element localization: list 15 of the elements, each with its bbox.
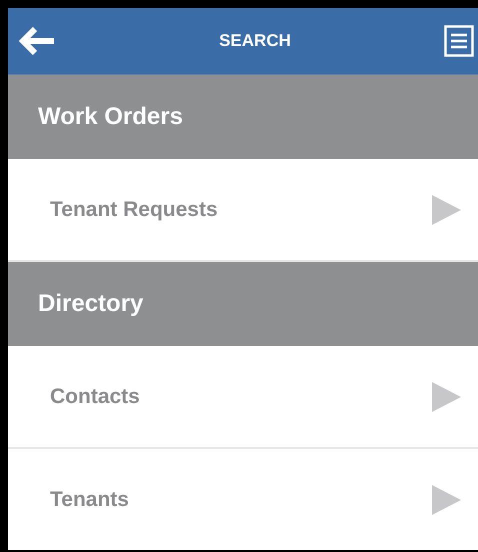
menu-button[interactable] [444, 25, 474, 57]
disclosure-triangle-icon [430, 194, 462, 226]
section-title: Work Orders [38, 103, 183, 131]
item-label: Tenants [50, 488, 129, 512]
header-title: SEARCH [219, 31, 291, 51]
item-label: Tenant Requests [50, 198, 218, 222]
menu-icon [444, 25, 474, 57]
item-label: Contacts [50, 384, 140, 408]
list-item[interactable]: Tenants [8, 449, 478, 550]
back-arrow-icon [18, 26, 56, 56]
disclosure-triangle-icon [430, 484, 462, 516]
disclosure-triangle-icon [430, 380, 462, 412]
section-title: Directory [38, 290, 144, 318]
back-button[interactable] [18, 26, 56, 56]
list-item[interactable]: Contacts [8, 346, 478, 449]
